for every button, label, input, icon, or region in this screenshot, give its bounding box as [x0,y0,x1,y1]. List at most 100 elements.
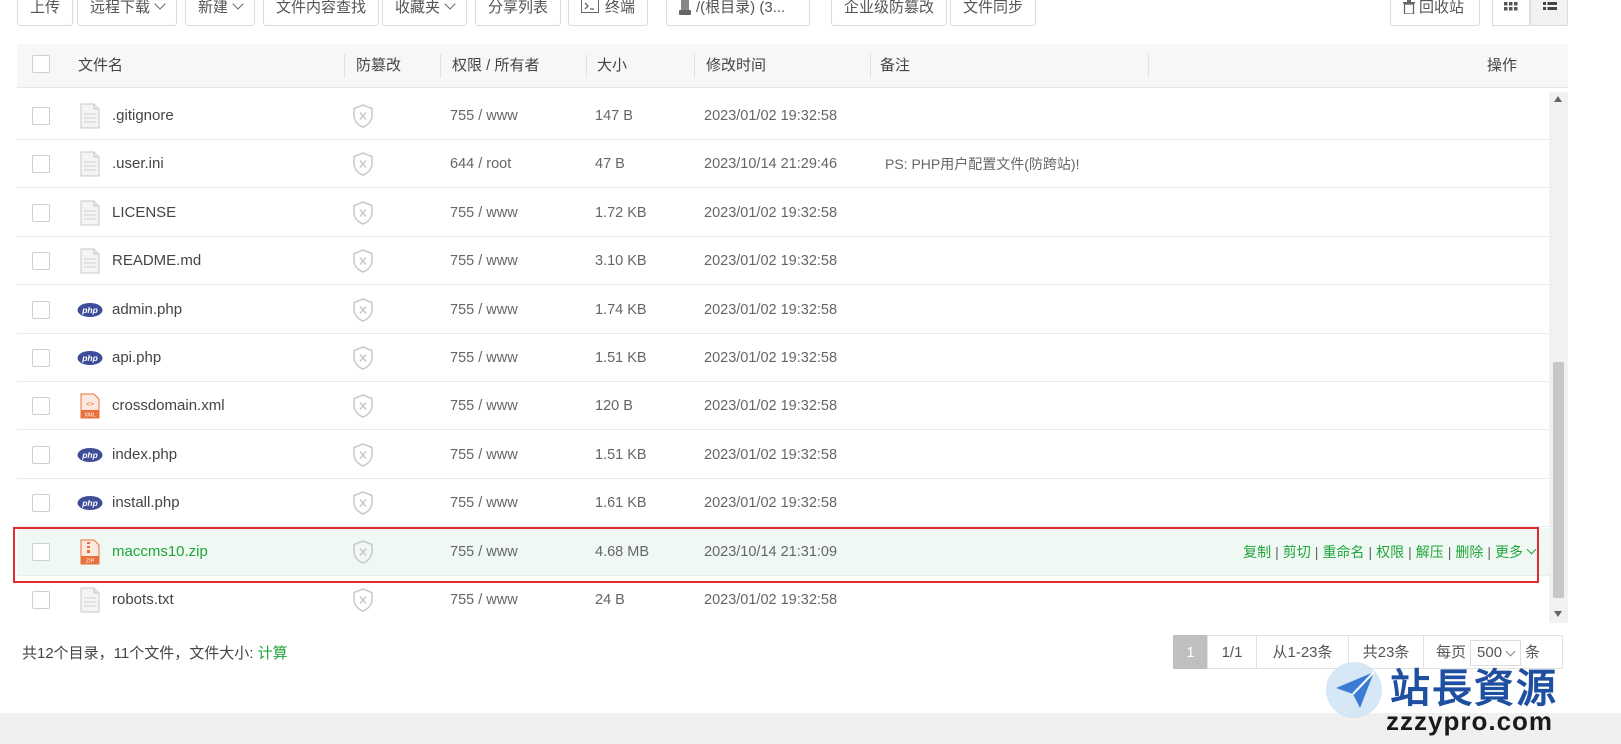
tamper-shield-icon[interactable] [352,491,374,517]
file-mtime: 2023/01/02 19:32:58 [704,204,838,221]
remote-download-button[interactable]: 远程下载 [77,0,178,26]
file-permission[interactable]: 755 / www [450,576,518,623]
row-checkbox[interactable] [32,494,50,513]
new-label: 新建 [198,0,229,16]
svg-text:<>: <> [86,400,94,408]
calculate-size-link[interactable]: 计算 [258,645,288,662]
file-permission[interactable]: 755 / www [450,479,518,527]
tamper-shield-icon[interactable] [352,104,374,130]
scrollbar[interactable] [1549,92,1568,623]
content-search-button[interactable]: 文件内容查找 [263,0,380,26]
table-row[interactable]: LICENSE 755 / www 1.72 KB 2023/01/02 19:32:… [17,189,1549,237]
favorites-button[interactable]: 收藏夹 [382,0,468,26]
header-mtime[interactable]: 修改时间 [706,44,766,88]
chevron-down-icon [444,0,456,10]
tamper-shield-icon[interactable] [352,249,374,275]
terminal-button[interactable]: 终端 [568,0,649,26]
tamper-shield-icon[interactable] [352,297,374,324]
scroll-down-icon[interactable] [1554,611,1562,617]
row-checkbox[interactable] [32,397,50,416]
column-divider[interactable] [344,54,345,78]
file-permission[interactable]: 644 / root [450,140,511,188]
share-list-label: 分享列表 [488,0,549,16]
row-checkbox[interactable] [32,591,50,609]
file-name[interactable]: .gitignore [112,92,174,140]
file-mtime: 2023/01/02 19:32:58 [704,592,838,608]
table-row[interactable]: .user.ini 644 / root 47 B 2023/10/14 21:29:… [17,140,1549,189]
row-checkbox[interactable] [32,155,50,174]
file-name[interactable]: install.php [112,479,180,527]
tamper-shield-icon[interactable] [352,346,374,372]
enterprise-tamper-button[interactable]: 企业级防篡改 [831,0,948,26]
table-row[interactable]: php api.php 755 / www 1.51 KB 2023/01/02 19:… [17,334,1549,382]
upload-button[interactable]: 上传 [17,0,74,26]
page-current[interactable]: 1 [1173,635,1208,669]
file-mtime: 2023/01/02 19:32:58 [704,301,838,318]
file-size: 24 B [595,592,625,608]
table-row[interactable]: README.md 755 / www 3.10 KB 2023/01/02 19:3… [17,237,1549,286]
column-divider[interactable] [440,54,441,78]
file-permission[interactable]: 755 / www [450,92,518,140]
table-row[interactable]: php install.php 755 / www 1.61 KB 2023/01/02… [17,479,1549,528]
terminal-icon [581,0,599,13]
recycle-bin-button[interactable]: 回收站 [1390,0,1480,26]
file-name[interactable]: crossdomain.xml [112,382,225,430]
table-row[interactable]: php admin.php 755 / www 1.74 KB 2023/01/02 1… [17,286,1549,334]
new-button[interactable]: 新建 [185,0,256,26]
file-name[interactable]: README.md [112,237,201,285]
table-row[interactable]: php index.php 755 / www 1.51 KB 2023/01/02 1… [17,431,1549,479]
table-row[interactable]: robots.txt 755 / www 24 B 2023/01/02 19:32:… [17,576,1549,623]
table-row[interactable]: .gitignore 755 / www 147 B 2023/01/02 19:32… [17,92,1549,140]
scroll-up-icon[interactable] [1554,96,1562,102]
tamper-shield-icon[interactable] [352,200,374,227]
file-name[interactable]: index.php [112,431,177,479]
file-sync-button[interactable]: 文件同步 [950,0,1037,26]
row-checkbox[interactable] [32,349,50,367]
column-divider[interactable] [1148,54,1149,78]
share-list-button[interactable]: 分享列表 [475,0,562,26]
file-permission[interactable]: 755 / www [450,382,518,430]
tamper-shield-icon[interactable] [352,442,374,469]
row-checkbox[interactable] [32,252,50,271]
file-name[interactable]: api.php [112,334,161,382]
summary-text: 共12个目录，11个文件，文件大小: [22,645,254,662]
row-checkbox[interactable] [32,300,50,319]
tamper-shield-icon[interactable] [352,588,374,614]
file-permission[interactable]: 755 / www [450,431,518,479]
file-note[interactable]: PS: PHP用户配置文件(防跨站)! [885,140,1079,188]
header-filename[interactable]: 文件名 [78,44,123,88]
file-permission[interactable]: 755 / www [450,334,518,382]
svg-text:php: php [81,305,98,315]
file-mtime: 2023/01/02 19:32:58 [704,253,838,270]
remote-download-label: 远程下载 [90,0,151,16]
tamper-shield-icon[interactable] [352,394,374,420]
header-actions: 操作 [1487,57,1518,74]
file-name[interactable]: .user.ini [112,140,164,188]
column-divider[interactable] [586,54,587,78]
xml-file-icon: <> XML [79,393,101,419]
row-checkbox[interactable] [32,107,50,125]
table-row[interactable]: <> XML crossdomain.xml 755 / www 120 B 2023/0… [17,382,1549,431]
file-name[interactable]: admin.php [112,286,182,334]
tamper-shield-icon[interactable] [352,152,374,178]
file-sync-label: 文件同步 [963,0,1024,16]
upload-label: 上传 [30,0,61,16]
header-permission[interactable]: 权限 / 所有者 [452,44,540,88]
column-divider[interactable] [694,54,695,78]
file-size: 3.10 KB [595,253,647,270]
file-name[interactable]: robots.txt [112,576,174,623]
column-divider[interactable] [870,54,871,78]
file-permission[interactable]: 755 / www [450,237,518,285]
file-permission[interactable]: 755 / www [450,189,518,237]
file-permission[interactable]: 755 / www [450,286,518,334]
header-size[interactable]: 大小 [597,44,627,88]
favorites-label: 收藏夹 [395,0,441,16]
file-name[interactable]: LICENSE [112,189,176,237]
grid-view-button[interactable] [1492,0,1530,26]
row-checkbox[interactable] [32,445,50,464]
row-checkbox[interactable] [32,203,50,222]
list-view-button[interactable] [1530,0,1568,26]
select-all-checkbox[interactable] [32,55,50,73]
disk-button[interactable]: /(根目录) (3... [666,0,810,26]
scroll-thumb[interactable] [1553,362,1564,598]
